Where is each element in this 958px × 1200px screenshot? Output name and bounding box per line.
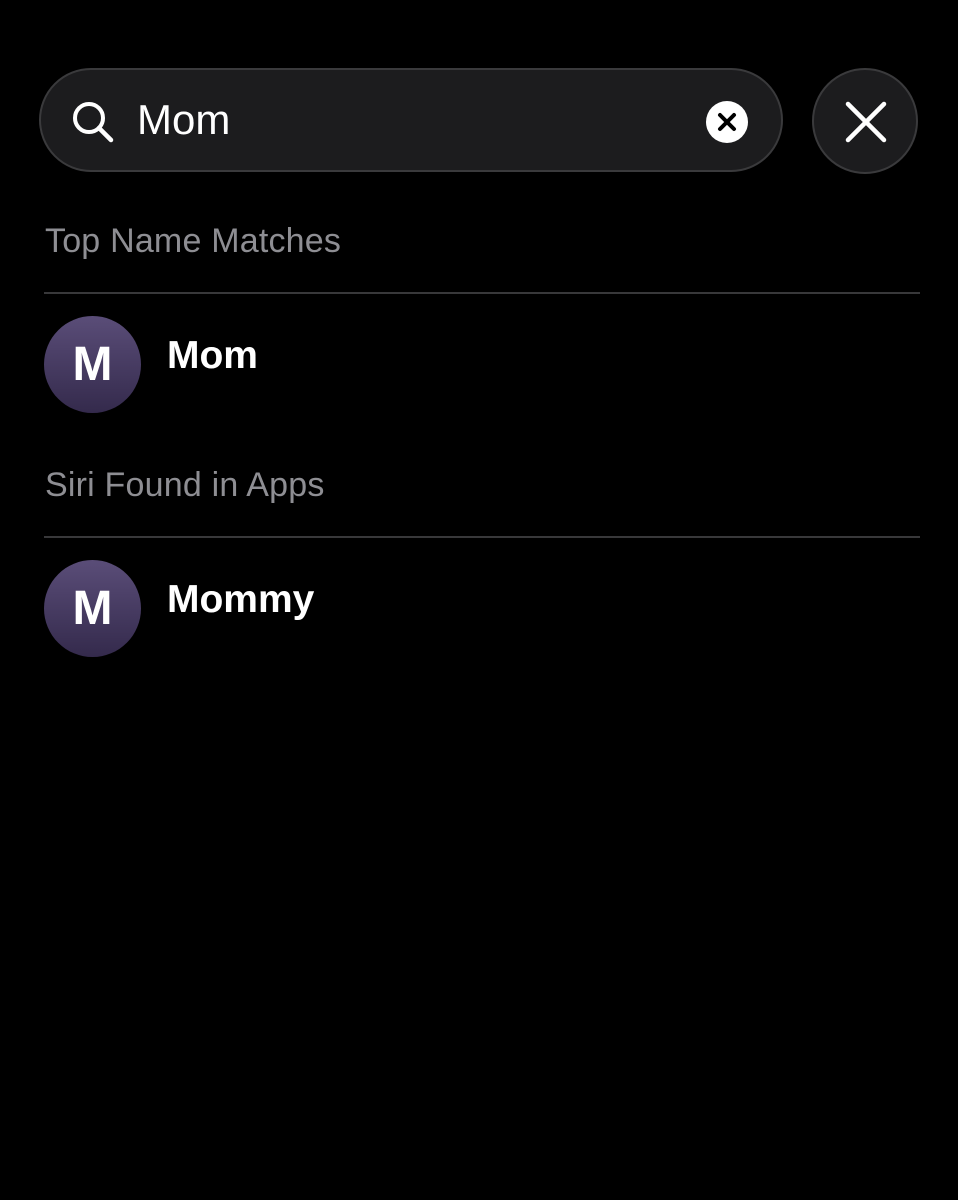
avatar: M [44, 560, 141, 657]
search-input[interactable] [137, 70, 677, 170]
close-button[interactable] [812, 68, 918, 174]
search-icon [71, 100, 115, 144]
clear-search-button[interactable] [706, 101, 748, 143]
avatar: M [44, 316, 141, 413]
search-bar[interactable] [39, 68, 783, 172]
contact-name: Mom [167, 334, 258, 377]
contact-result-mom[interactable]: M Mom [44, 316, 920, 414]
section-header-top-name-matches: Top Name Matches [45, 222, 342, 260]
avatar-initial: M [72, 337, 113, 391]
divider [44, 292, 920, 294]
section-header-siri-found-in-apps: Siri Found in Apps [45, 466, 325, 504]
contact-result-mommy[interactable]: M Mommy [44, 560, 920, 658]
avatar-initial: M [72, 581, 113, 635]
divider [44, 536, 920, 538]
contact-name: Mommy [167, 578, 315, 621]
